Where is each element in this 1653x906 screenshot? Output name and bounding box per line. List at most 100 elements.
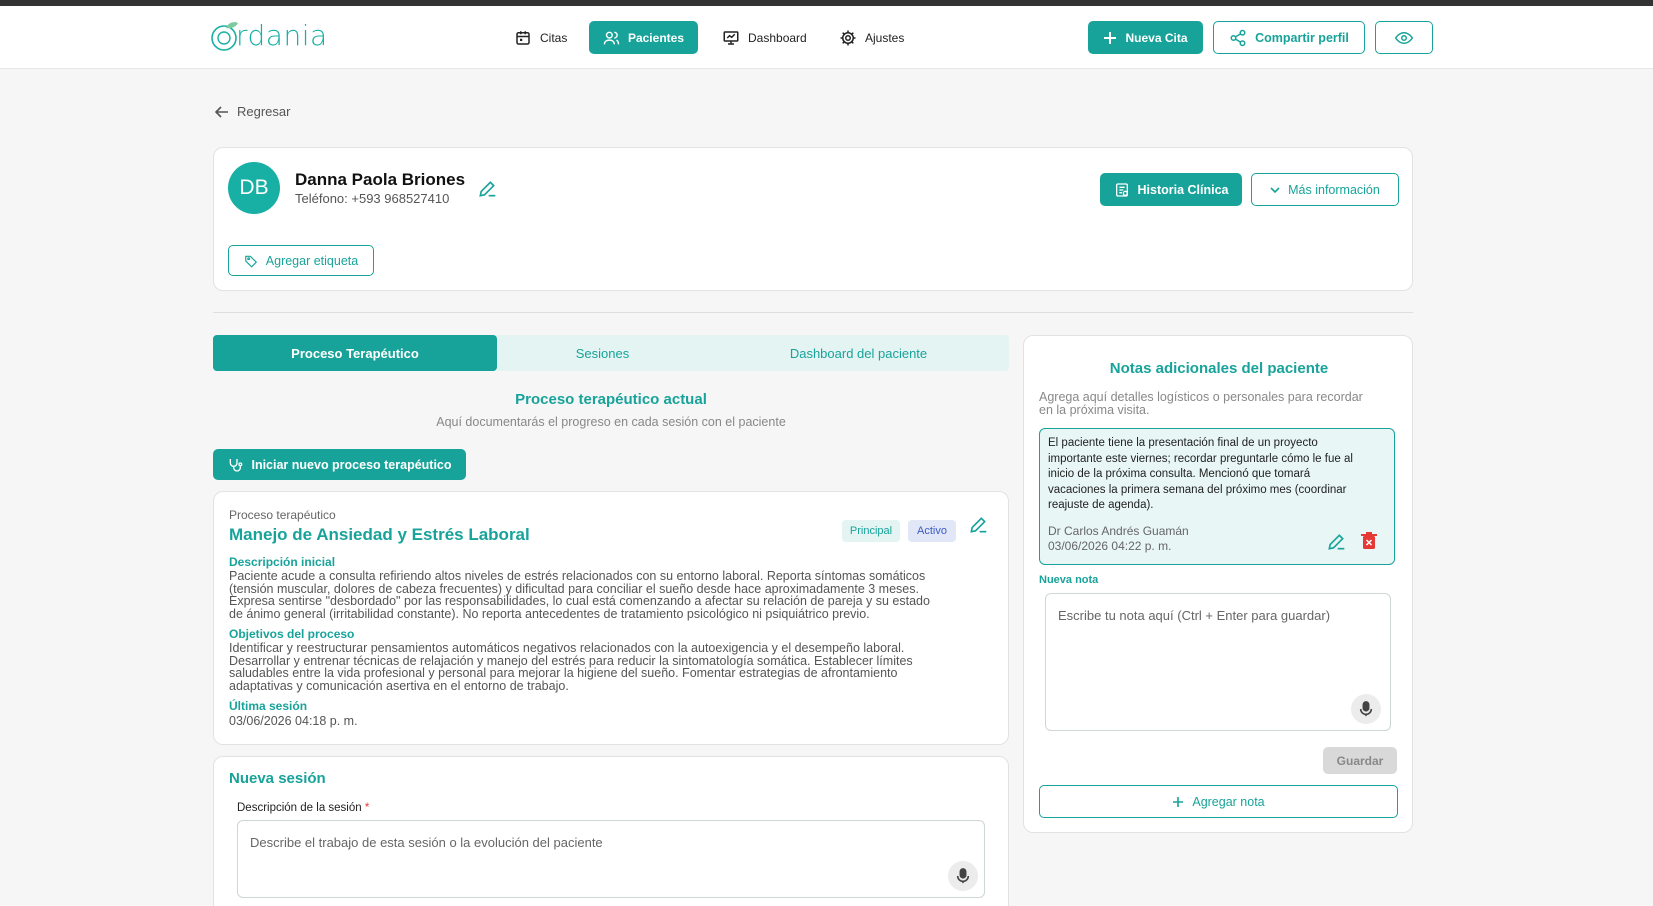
- historia-clinica-button[interactable]: Historia Clínica: [1100, 173, 1242, 206]
- note-item: El paciente tiene la presentación final …: [1039, 428, 1395, 565]
- nav-pacientes-label: Pacientes: [627, 30, 684, 45]
- mas-informacion-label: Más información: [1288, 182, 1380, 197]
- note-date: 03/06/2026 04:22 p. m.: [1048, 539, 1172, 553]
- microphone-icon: [1359, 701, 1373, 717]
- plus-icon: [1173, 796, 1184, 807]
- section-divider: [213, 312, 1413, 313]
- badge-activo: Activo: [908, 520, 956, 542]
- top-navbar: rdania Citas Pacientes Dashboard Ajustes…: [0, 6, 1653, 69]
- new-note-placeholder: Escribe tu nota aquí (Ctrl + Enter para …: [1058, 608, 1331, 623]
- desc-line: Paciente acude a consulta refiriendo alt…: [229, 569, 926, 583]
- notes-subtitle-line: en la próxima visita.: [1039, 402, 1150, 417]
- preview-button[interactable]: [1375, 21, 1433, 54]
- agregar-etiqueta-label: Agregar etiqueta: [265, 253, 359, 268]
- process-section-subtitle: Aquí documentarás el progreso en cada se…: [436, 415, 786, 429]
- nueva-cita-label: Nueva Cita: [1125, 30, 1188, 45]
- clipboard-icon: [1115, 182, 1128, 197]
- agregar-nota-button[interactable]: Agregar nota: [1039, 785, 1398, 818]
- note-line: importante este viernes; recordar pregun…: [1048, 452, 1353, 465]
- plus-icon: [1104, 31, 1117, 44]
- note-line: vacaciones la primera semana del próximo…: [1048, 483, 1347, 496]
- goals-line: adaptativas y comunicación asertiva en e…: [229, 678, 569, 693]
- process-kicker: Proceso terapéutico: [229, 508, 336, 522]
- goals-line: Identificar y reestructurar pensamientos…: [229, 641, 905, 655]
- microphone-icon: [956, 868, 970, 884]
- notes-title: Notas adicionales del paciente: [1109, 360, 1329, 377]
- required-mark: *: [364, 802, 370, 814]
- note-line: reajuste de agenda).: [1048, 499, 1154, 511]
- goals-text: Identificar y reestructurar pensamientos…: [229, 642, 913, 692]
- patient-name: Danna Paola Briones: [295, 170, 466, 189]
- last-session-label: Última sesión: [229, 699, 308, 713]
- gear-icon: [840, 30, 856, 45]
- patient-header-card: DB Danna Paola Briones Teléfono: +593 96…: [213, 147, 1413, 291]
- iniciar-proceso-label: Iniciar nuevo proceso terapéutico: [251, 457, 452, 472]
- share-icon: [1230, 29, 1246, 46]
- nueva-cita-button[interactable]: Nueva Cita: [1088, 21, 1203, 54]
- compartir-perfil-label: Compartir perfil: [1255, 30, 1349, 45]
- calendar-icon: [516, 30, 530, 45]
- agregar-etiqueta-button[interactable]: Agregar etiqueta: [228, 245, 374, 276]
- session-description-placeholder: Describe el trabajo de esta sesión o la …: [250, 835, 603, 850]
- badge-principal: Principal: [842, 520, 900, 542]
- note-line: El paciente tiene la presentación final …: [1048, 437, 1318, 449]
- goals-label: Objetivos del proceso: [229, 627, 355, 641]
- session-description-input[interactable]: Describe el trabajo de esta sesión o la …: [237, 820, 985, 898]
- nav-dashboard[interactable]: Dashboard: [708, 21, 821, 54]
- session-field-label: Descripción de la sesión *: [237, 802, 369, 814]
- tab-sesiones[interactable]: Sesiones: [497, 335, 708, 371]
- desc-line: Expresa sentirse "desbordado" por las re…: [229, 594, 930, 608]
- new-note-label: Nueva nota: [1039, 574, 1099, 586]
- process-title: Manejo de Ansiedad y Estrés Laboral: [229, 525, 530, 544]
- nav-citas-label: Citas: [540, 30, 568, 45]
- process-section-title: Proceso terapéutico actual: [515, 391, 707, 408]
- agregar-nota-label: Agregar nota: [1192, 794, 1265, 809]
- nav-citas[interactable]: Citas: [500, 21, 581, 54]
- avatar: DB: [228, 162, 280, 214]
- process-card: Proceso terapéutico Manejo de Ansiedad y…: [213, 491, 1009, 745]
- iniciar-proceso-button[interactable]: Iniciar nuevo proceso terapéutico: [213, 449, 466, 480]
- notes-subtitle: Agrega aquí detalles logísticos o person…: [1039, 391, 1363, 416]
- note-mic-button[interactable]: [1351, 694, 1381, 724]
- nav-ajustes[interactable]: Ajustes: [825, 21, 918, 54]
- nav-ajustes-label: Ajustes: [865, 30, 905, 45]
- logo-text: rdania: [236, 19, 328, 52]
- goals-line: saludables entre la vida profesional y p…: [229, 666, 898, 680]
- back-link[interactable]: Regresar: [215, 104, 290, 119]
- guardar-button[interactable]: Guardar: [1323, 747, 1397, 774]
- note-author: Dr Carlos Andrés Guamán: [1048, 524, 1189, 538]
- eye-icon: [1395, 31, 1413, 44]
- app-logo[interactable]: rdania: [210, 19, 328, 52]
- tab-dashboard-paciente[interactable]: Dashboard del paciente: [708, 335, 1009, 371]
- back-label: Regresar: [237, 104, 291, 119]
- stethoscope-icon: [230, 458, 243, 472]
- delete-note-icon[interactable]: [1361, 532, 1377, 550]
- tab-proceso-terapeutico[interactable]: Proceso Terapéutico: [213, 335, 497, 371]
- session-field-label-text: Descripción de la sesión: [237, 802, 362, 814]
- monitor-chart-icon: [723, 30, 739, 45]
- tag-icon: [244, 255, 257, 268]
- users-icon: [603, 31, 620, 44]
- new-note-input[interactable]: Escribe tu nota aquí (Ctrl + Enter para …: [1045, 593, 1391, 731]
- desc-label: Descripción inicial: [229, 555, 336, 569]
- desc-text: Paciente acude a consulta refiriendo alt…: [229, 570, 930, 620]
- edit-note-icon[interactable]: [1326, 532, 1346, 552]
- new-session-title: Nueva sesión: [229, 770, 326, 787]
- note-text: El paciente tiene la presentación final …: [1048, 436, 1353, 514]
- last-session-value: 03/06/2026 04:18 p. m.: [229, 714, 358, 728]
- nav-pacientes[interactable]: Pacientes: [589, 21, 698, 54]
- notes-subtitle-line: Agrega aquí detalles logísticos o person…: [1039, 390, 1363, 404]
- mas-informacion-button[interactable]: Más información: [1251, 173, 1399, 206]
- notes-card: Notas adicionales del paciente Agrega aq…: [1023, 335, 1413, 833]
- compartir-perfil-button[interactable]: Compartir perfil: [1213, 21, 1365, 54]
- session-mic-button[interactable]: [948, 861, 978, 891]
- nav-dashboard-label: Dashboard: [748, 30, 807, 45]
- patient-tabs: Proceso Terapéutico Sesiones Dashboard d…: [213, 335, 1009, 371]
- desc-line: de ánimo general (irritabilidad constant…: [229, 606, 870, 621]
- chevron-down-icon: [1270, 186, 1280, 193]
- historia-clinica-label: Historia Clínica: [1137, 182, 1229, 197]
- new-session-card: Nueva sesión Descripción de la sesión * …: [213, 756, 1009, 906]
- edit-process-icon[interactable]: [968, 515, 988, 535]
- edit-patient-icon[interactable]: [477, 179, 497, 199]
- patient-phone: Teléfono: +593 968527410: [295, 191, 450, 206]
